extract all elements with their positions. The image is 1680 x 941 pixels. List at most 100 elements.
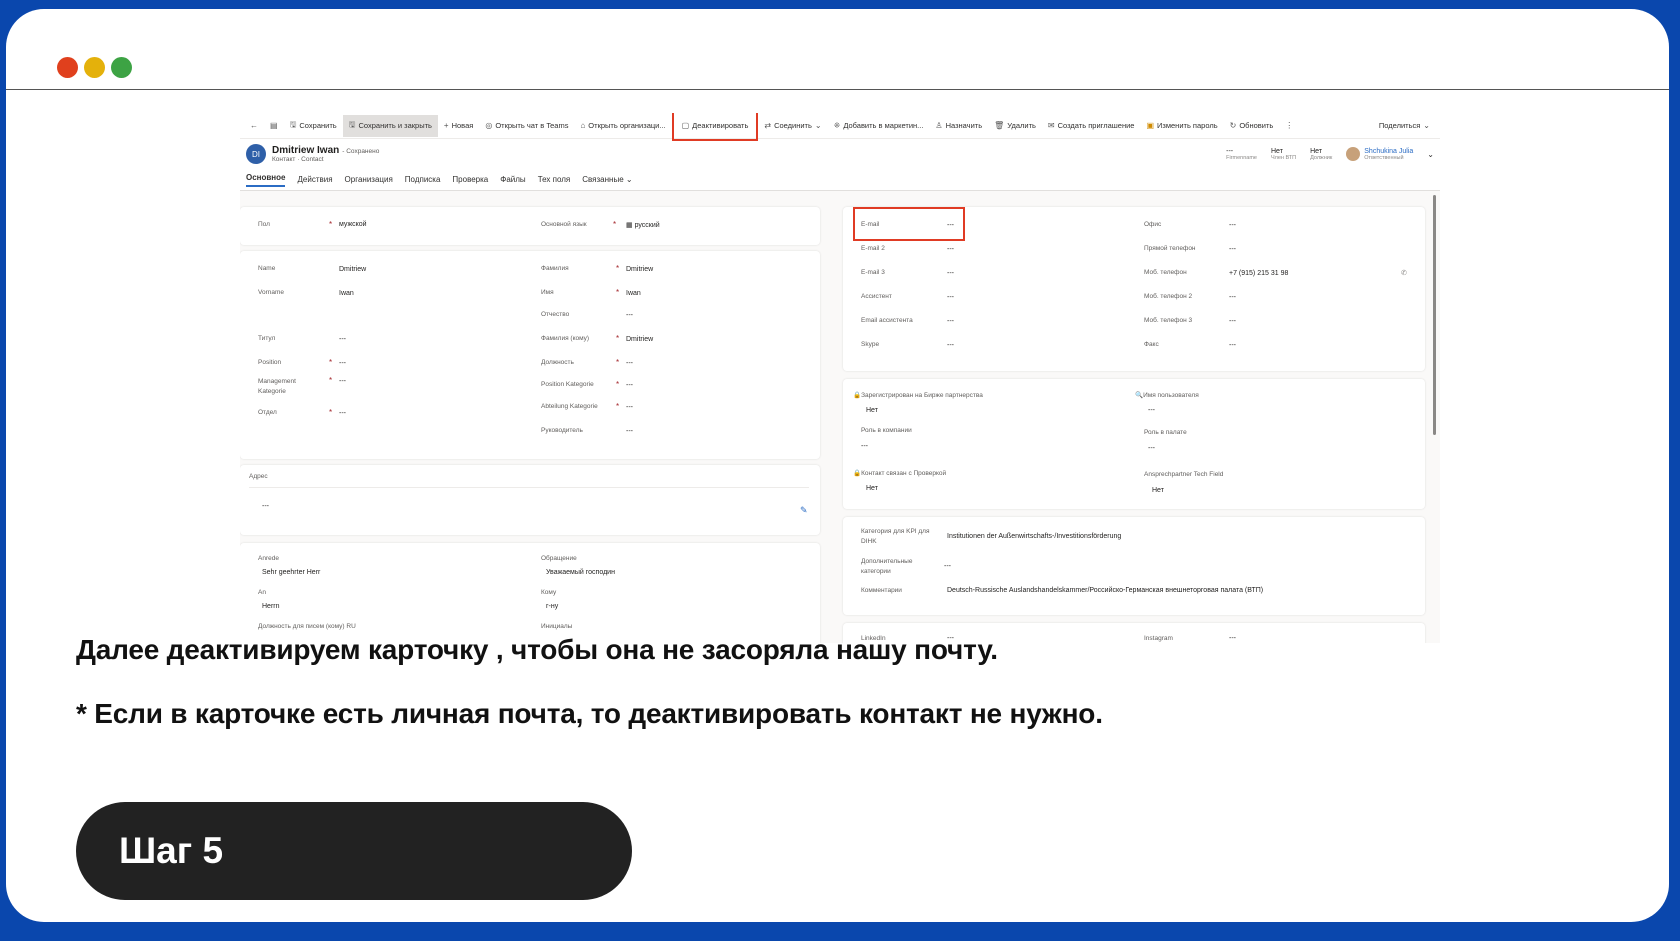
komu-field[interactable]: г-ну <box>546 603 558 610</box>
refresh-button[interactable]: ↻ Обновить <box>1224 115 1280 137</box>
field-label: Position <box>258 359 282 366</box>
deactivate-button[interactable]: ▢ Деактивировать <box>671 113 759 141</box>
back-icon[interactable]: ← <box>244 115 264 137</box>
field-label: Position Kategorie <box>541 381 594 388</box>
chamber-field[interactable]: --- <box>1148 445 1155 452</box>
chevron-down-icon[interactable]: ⌄ <box>1427 150 1434 159</box>
close-dot[interactable] <box>57 57 78 78</box>
tab-main[interactable]: Основное <box>246 173 286 187</box>
org-icon: ⌂ <box>580 121 586 130</box>
open-org-button[interactable]: ⌂ Открыть организаци... <box>574 115 671 137</box>
field-value[interactable]: --- <box>339 360 346 367</box>
record-icon[interactable]: ▤ <box>264 115 284 137</box>
save-button[interactable]: 🖫 Сохранить <box>284 115 343 137</box>
save-close-button[interactable]: 🖫 Сохранить и закрыть <box>342 114 438 137</box>
record-name: Dmitriew Iwan <box>272 145 340 156</box>
field-value[interactable]: Iwan <box>339 290 354 297</box>
maximize-dot[interactable] <box>111 57 132 78</box>
stat-member: Нет Член ВТП <box>1271 147 1297 161</box>
field-label: Руководитель <box>541 427 583 434</box>
field-label: Факс <box>1144 341 1159 348</box>
change-password-button[interactable]: ▣ Изменить пароль <box>1140 115 1223 137</box>
tab-subscription[interactable]: Подписка <box>405 175 441 184</box>
field-label: E-mail 3 <box>861 269 885 276</box>
field-value[interactable]: --- <box>626 360 633 367</box>
kpi-field[interactable]: Institutionen der Außenwirtschafts-/Inve… <box>947 533 1121 540</box>
avatar: DI <box>246 144 266 164</box>
owner[interactable]: Shchukina Julia Ответственный ⌄ <box>1346 147 1434 161</box>
minimize-dot[interactable] <box>84 57 105 78</box>
tab-organization[interactable]: Организация <box>345 175 393 184</box>
address-field[interactable]: --- <box>262 503 269 510</box>
more-icon[interactable]: ⋮ <box>1279 115 1299 137</box>
field-value[interactable]: --- <box>947 294 954 301</box>
lock-icon: 🔒 <box>853 392 862 399</box>
field-value[interactable]: --- <box>1229 342 1236 349</box>
field-value[interactable]: --- <box>1229 318 1236 325</box>
extra-field[interactable]: --- <box>944 563 951 570</box>
section-gender-lang: Пол * мужской Основной язык * ▦ русский <box>240 207 820 245</box>
field-value[interactable]: --- <box>626 404 633 411</box>
comment-field[interactable]: Deutsch-Russische Auslandshandelskammer/… <box>947 587 1263 594</box>
field-value[interactable]: --- <box>626 382 633 389</box>
linked-field[interactable]: Нет <box>866 485 878 492</box>
teams-icon: ◎ <box>485 121 493 130</box>
delete-button[interactable]: 🗑 Удалить <box>988 115 1042 137</box>
phone-icon[interactable]: ✆ <box>1401 269 1407 277</box>
required-marker: * <box>329 408 333 417</box>
tab-related[interactable]: Связанные ⌄ <box>582 175 632 184</box>
assign-button[interactable]: ♙ Назначить <box>929 115 988 137</box>
tab-files[interactable]: Файлы <box>500 175 525 184</box>
an-field[interactable]: Herrn <box>262 603 280 610</box>
field-value[interactable]: Dmitriew <box>626 336 653 343</box>
field-value[interactable]: --- <box>947 270 954 277</box>
required-marker: * <box>616 380 620 389</box>
tech-field[interactable]: Нет <box>1152 487 1164 494</box>
record-header: DI Dmitriew Iwan - Сохранено Контакт · Co… <box>240 139 1440 169</box>
reg-field[interactable]: Нет <box>866 407 878 414</box>
language-field[interactable]: ▦ русский <box>626 221 660 229</box>
field-value[interactable]: --- <box>1229 294 1236 301</box>
teams-chat-button[interactable]: ◎ Открыть чат в Teams <box>479 115 574 137</box>
field-label: Моб. телефон 2 <box>1144 293 1193 300</box>
share-button[interactable]: Поделиться ⌄ <box>1373 115 1436 137</box>
role-field[interactable]: --- <box>861 443 868 450</box>
required-marker: * <box>616 402 620 411</box>
instagram-field[interactable]: --- <box>1229 635 1236 642</box>
field-value[interactable]: --- <box>626 428 633 435</box>
stat-firmenname: --- Firmenname <box>1226 147 1257 161</box>
anrede-field[interactable]: Sehr geehrter Herr <box>262 569 320 576</box>
field-label: Vorname <box>258 289 285 296</box>
field-value[interactable]: --- <box>1229 222 1236 229</box>
field-value[interactable]: --- <box>1229 246 1236 253</box>
edit-icon[interactable]: ✎ <box>800 505 808 516</box>
obrashchenie-field[interactable]: Уважаемый господин <box>546 569 615 576</box>
caption-line-1: Далее деактивируем карточку , чтобы она … <box>76 634 998 665</box>
field-value[interactable]: --- <box>339 336 346 343</box>
field-value[interactable]: --- <box>626 312 633 319</box>
field-value[interactable]: Dmitriew <box>626 266 653 273</box>
field-value[interactable]: +7 (915) 215 31 98 <box>1229 270 1288 277</box>
field-value[interactable]: --- <box>339 378 346 385</box>
field-value[interactable]: --- <box>947 318 954 325</box>
owner-name[interactable]: Shchukina Julia <box>1364 148 1413 155</box>
window-controls <box>57 57 132 78</box>
user-field[interactable]: --- <box>1148 407 1155 414</box>
gender-field[interactable]: мужской <box>339 221 367 228</box>
required-marker: * <box>616 288 620 297</box>
invite-button[interactable]: ✉ Создать приглашение <box>1042 115 1141 137</box>
field-value[interactable]: --- <box>947 246 954 253</box>
tab-actions[interactable]: Действия <box>297 175 332 184</box>
field-value[interactable]: Iwan <box>626 290 641 297</box>
scrollbar[interactable] <box>1433 195 1436 435</box>
add-marketing-button[interactable]: ⁜ Добавить в маркетин... <box>828 115 930 137</box>
tab-tech[interactable]: Тех поля <box>538 175 571 184</box>
field-value[interactable]: --- <box>339 410 346 417</box>
tab-check[interactable]: Проверка <box>452 175 488 184</box>
merge-button[interactable]: ⇄ Соединить ⌄ <box>758 115 827 137</box>
field-label: Должность <box>541 359 574 366</box>
title-divider <box>6 89 1669 90</box>
field-value[interactable]: --- <box>947 342 954 349</box>
new-button[interactable]: + Новая <box>438 115 479 137</box>
field-value[interactable]: Dmitriew <box>339 266 366 273</box>
